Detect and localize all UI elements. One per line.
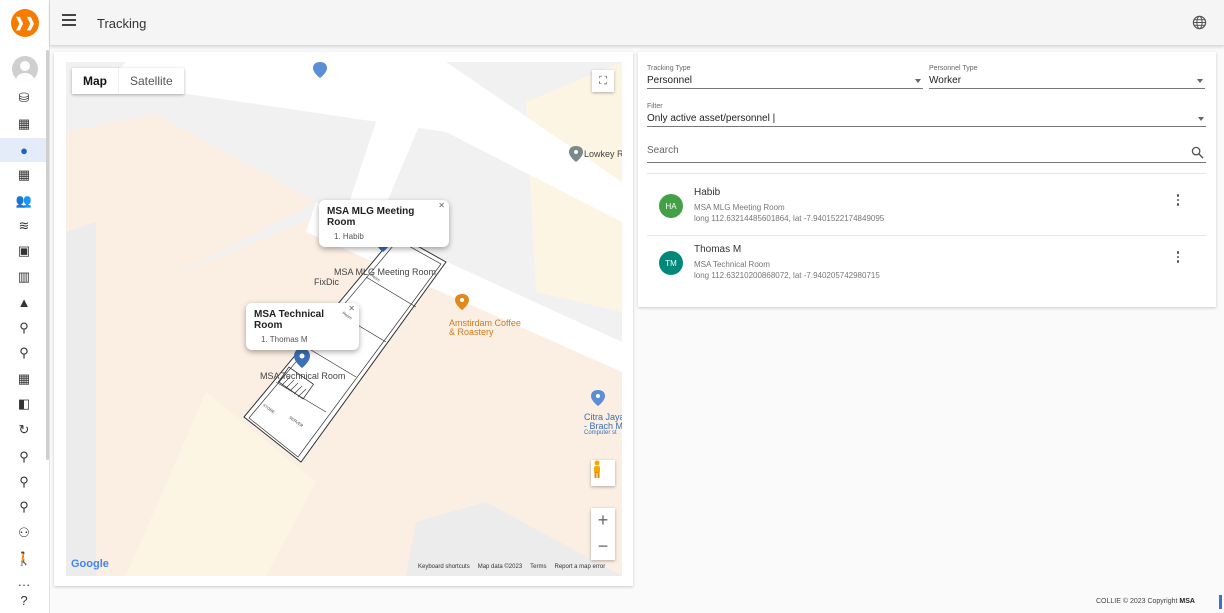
globe-icon[interactable] (1192, 15, 1207, 30)
pegman-icon (594, 460, 600, 478)
map-label-coffee-2: & Roastery (449, 327, 494, 337)
sidebar: ❱❱ ⛁ ▦ ● ▦ 👥 ≋ ▣ ▥ ▲ ⚲ ⚲ ▦ ◧ ↻ ⚲ ⚲ ⚲ ⚇ 🚶…? (0, 0, 50, 613)
zoom-control: + − (591, 508, 615, 560)
zoom-out-button[interactable]: − (591, 534, 615, 560)
cards-icon[interactable]: ▣ (0, 239, 48, 263)
page-title: Tracking (97, 16, 147, 31)
close-icon[interactable]: ✕ (438, 201, 445, 210)
map-footer: Keyboard shortcuts Map data ©2023 Terms … (418, 564, 605, 570)
search-input[interactable]: Search (647, 145, 1206, 163)
database-icon[interactable]: ⛁ (0, 86, 48, 110)
filter-label: Filter (647, 103, 663, 110)
map-label-technical-room: MSA Technical Room (260, 371, 346, 381)
style-icon[interactable]: ◧ (0, 392, 48, 416)
popup-title: MSA MLG Meeting Room (327, 206, 415, 228)
person-settings-icon[interactable]: ⚲ (0, 495, 48, 519)
street-view-pegman[interactable] (591, 460, 615, 486)
chevron-down-icon (915, 79, 921, 83)
map-button[interactable]: Map (72, 68, 119, 94)
google-logo: Google (71, 558, 109, 570)
layers-icon[interactable]: ≋ (0, 214, 48, 238)
filter-value: Only active asset/personnel | (647, 113, 776, 124)
list-item[interactable]: HA Habib MSA MLG Meeting Room long 112.6… (647, 182, 1206, 238)
map-label-meeting-room: MSA MLG Meeting Room (334, 267, 437, 277)
walk-icon[interactable]: 🚶 (0, 547, 48, 571)
zoom-in-button[interactable]: + (591, 508, 615, 534)
filter-select[interactable]: Filter Only active asset/personnel | (647, 103, 1206, 127)
popup-line: 1. Habib (334, 232, 364, 241)
apartment-icon[interactable]: ▦ (0, 367, 48, 391)
table-icon[interactable]: ▦ (0, 112, 48, 136)
copyright-brand: MSA (1179, 598, 1195, 605)
top-bar: Tracking (50, 0, 1224, 46)
person-room: MSA Technical Room (694, 260, 770, 269)
divider (647, 173, 1206, 174)
map-view[interactable]: Map Satellite ⛶ MSA MLG Meeting Room 1. … (66, 62, 622, 576)
report-error-link[interactable]: Report a map error (555, 564, 606, 570)
groups-icon[interactable]: ⚇ (0, 521, 48, 545)
copyright-footer: COLLIE © 2023 Copyright MSA (1096, 598, 1195, 605)
keyboard-shortcuts-link[interactable]: Keyboard shortcuts (418, 564, 470, 570)
rotate-person-icon[interactable]: ↻ (0, 418, 48, 442)
people-icon[interactable]: 👥 (0, 189, 48, 213)
map-label-fixdic: FixDic (314, 277, 339, 287)
fullscreen-button[interactable]: ⛶ (592, 70, 614, 92)
building-icon[interactable]: ▥ (0, 265, 48, 289)
location-pin-icon[interactable]: ● (0, 138, 48, 162)
personnel-type-select[interactable]: Personnel Type Worker (929, 65, 1205, 89)
terms-link[interactable]: Terms (530, 564, 546, 570)
app-logo[interactable]: ❱❱ (11, 9, 39, 37)
avatar-badge: HA (659, 194, 683, 218)
search-placeholder: Search (647, 145, 679, 156)
person-name: Thomas M (694, 244, 742, 255)
org-icon[interactable]: ⚲ (0, 341, 48, 365)
popup-technical-room: MSA Technical Room 1. Thomas M ✕ (246, 303, 359, 350)
search-icon[interactable] (1191, 146, 1204, 159)
fullscreen-icon: ⛶ (599, 74, 607, 87)
person-coordinates: long 112.63210200868072, lat -7.94020574… (694, 271, 880, 280)
personnel-type-label: Personnel Type (929, 65, 978, 72)
person-alert-icon[interactable]: ⚲ (0, 470, 48, 494)
more-vert-icon[interactable] (1174, 194, 1182, 208)
scroll-edge (1219, 595, 1222, 609)
avatar[interactable] (12, 56, 38, 82)
landscape-icon[interactable]: ▲ (0, 290, 48, 314)
copyright-text: COLLIE © 2023 Copyright (1096, 598, 1178, 605)
map-label-citra-3: Computer st (584, 430, 617, 436)
tracking-type-value: Personnel (647, 75, 693, 86)
person-coordinates: long 112.63214485601864, lat -7.94015221… (694, 214, 885, 223)
map-type-control: Map Satellite (72, 68, 184, 94)
popup-line: 1. Thomas M (261, 335, 308, 344)
satellite-button[interactable]: Satellite (119, 68, 184, 94)
person-edit-icon[interactable]: ⚲ (0, 445, 48, 469)
list-item[interactable]: TM Thomas M MSA Technical Room long 112.… (647, 239, 1206, 295)
menu-icon[interactable] (62, 14, 76, 26)
sidebar-scrollbar[interactable] (46, 50, 49, 460)
popup-meeting-room: MSA MLG Meeting Room 1. Habib ✕ (319, 200, 449, 247)
more-vert-icon[interactable] (1174, 251, 1182, 265)
tracking-panel: Tracking Type Personnel Personnel Type W… (638, 52, 1216, 307)
person-room: MSA MLG Meeting Room (694, 203, 785, 212)
tracking-type-select[interactable]: Tracking Type Personnel (647, 65, 923, 89)
person-name: Habib (694, 187, 721, 198)
personnel-type-value: Worker (929, 75, 962, 86)
help-icon[interactable]: ? (0, 588, 48, 612)
map-data-text: Map data ©2023 (477, 564, 523, 570)
tracking-type-label: Tracking Type (647, 65, 691, 72)
map-label-lowkey: Lowkey R (584, 149, 622, 159)
popup-title: MSA Technical Room (254, 309, 325, 331)
avatar-badge: TM (659, 251, 683, 275)
divider (647, 235, 1206, 236)
chevron-down-icon (1198, 117, 1204, 121)
map-card: Map Satellite ⛶ MSA MLG Meeting Room 1. … (54, 52, 633, 586)
chevron-down-icon (1197, 79, 1203, 83)
person-icon[interactable]: ⚲ (0, 316, 48, 340)
grid-icon[interactable]: ▦ (0, 163, 48, 187)
close-icon[interactable]: ✕ (348, 304, 355, 313)
